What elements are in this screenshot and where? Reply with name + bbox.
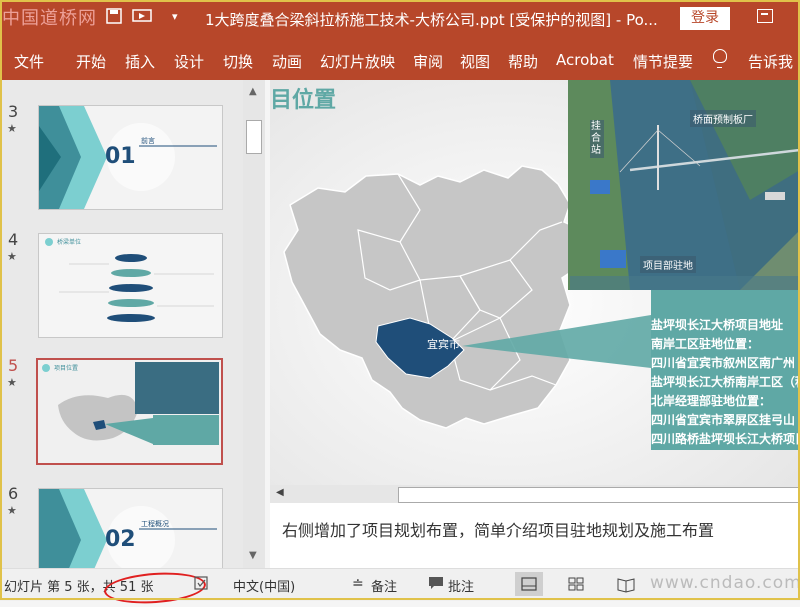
info-line: 盐坪坝长江大桥南岸工区（积 <box>651 375 800 389</box>
scrollbar-thumb[interactable] <box>398 487 800 503</box>
section-number: 01 <box>105 144 136 169</box>
login-button[interactable]: 登录 <box>680 7 730 30</box>
present-icon[interactable] <box>132 8 154 28</box>
slide-thumbnail-6[interactable]: 02 工程概况 <box>38 488 223 570</box>
section-title: 工程概况 <box>141 520 169 528</box>
slide-sorter-view-button[interactable] <box>562 572 590 596</box>
tell-me-search[interactable]: 告诉我 <box>748 51 793 72</box>
slide-thumbnail-pane: 3 ★ 01 前言 4 ★ 桥梁单位 5 ★ 项目位置 6 ★ 02 工程概况 <box>0 80 243 570</box>
section-number: 02 <box>105 527 136 552</box>
tab-file[interactable]: 文件 <box>14 51 44 72</box>
photo-label: 挂合站 <box>590 120 604 158</box>
tab-transitions[interactable]: 切换 <box>223 51 253 72</box>
watermark-url: www.cndao.com <box>650 573 800 593</box>
tab-help[interactable]: 帮助 <box>508 51 538 72</box>
slide-title: 目位置 <box>270 88 337 113</box>
window-title: 1大跨度叠合梁斜拉桥施工技术-大桥公司.ppt [受保护的视图] - Po... <box>205 11 658 29</box>
star-icon: ★ <box>7 504 17 517</box>
thumbnail-art <box>38 360 221 463</box>
status-bar: 幻灯片 第 5 张，共 51 张 中文(中国) ≐ 备注 批注 www.cnda… <box>0 568 800 607</box>
slide-horizontal-scrollbar[interactable]: ◀ <box>270 485 800 503</box>
notes-toggle[interactable]: 备注 <box>371 576 397 595</box>
lightbulb-icon[interactable] <box>713 49 727 68</box>
info-line: 北岸经理部驻地位置： <box>651 394 772 408</box>
slide-number: 3 <box>8 102 19 121</box>
star-icon: ★ <box>7 250 17 263</box>
slide-canvas[interactable]: 目位置 桥面预制板厂 项目部驻地 挂合站 宜宾市 盐坪坝长江大桥项目地址 南岸工… <box>270 80 800 485</box>
ribbon-tabs: 文件 开始 插入 设计 切换 动画 幻灯片放映 审阅 视图 帮助 Acrobat… <box>0 38 800 80</box>
map-city-label: 宜宾市 <box>427 338 460 351</box>
watermark-text: 中国道桥网 <box>2 8 97 29</box>
spellcheck-icon[interactable] <box>194 576 208 594</box>
slide-number: 6 <box>8 484 19 503</box>
notes-pane[interactable]: 右侧增加了项目规划布置，简单介绍项目驻地规划及施工布置 <box>270 503 800 568</box>
thumb-header: 桥梁单位 <box>57 239 82 246</box>
tab-review[interactable]: 审阅 <box>413 51 443 72</box>
slide-thumbnail-4[interactable]: 桥梁单位 <box>38 233 223 338</box>
thumbnail-scrollbar[interactable]: ▲ ▼ <box>243 80 265 568</box>
comments-icon[interactable] <box>428 576 444 594</box>
info-text-block: 盐坪坝长江大桥项目地址 南岸工区驻地位置： 四川省宜宾市叙州区南广州 盐坪坝长江… <box>651 316 800 449</box>
slide-number: 5 <box>8 356 19 375</box>
tab-home[interactable]: 开始 <box>76 51 106 72</box>
scroll-up-icon[interactable]: ▲ <box>249 86 257 97</box>
info-line: 四川路桥盐坪坝长江大桥项目 <box>651 432 800 446</box>
tab-animations[interactable]: 动画 <box>272 51 302 72</box>
scroll-left-icon[interactable]: ◀ <box>276 487 284 498</box>
normal-view-button[interactable] <box>515 572 543 596</box>
photo-label: 项目部驻地 <box>640 256 696 273</box>
ribbon-display-icon[interactable] <box>757 9 773 23</box>
tab-view[interactable]: 视图 <box>460 51 490 72</box>
section-title: 前言 <box>141 137 155 145</box>
tab-slideshow[interactable]: 幻灯片放映 <box>320 51 395 72</box>
customize-quick-access-icon[interactable]: ▾ <box>172 10 178 23</box>
tab-insert[interactable]: 插入 <box>125 51 155 72</box>
star-icon: ★ <box>7 376 17 389</box>
language-indicator[interactable]: 中文(中国) <box>233 576 295 595</box>
title-bar: 中国道桥网 ▾ 1大跨度叠合梁斜拉桥施工技术-大桥公司.ppt [受保护的视图]… <box>0 0 800 38</box>
scrollbar-thumb[interactable] <box>246 120 262 154</box>
tab-storyboard[interactable]: 情节提要 <box>633 51 693 72</box>
photo-label: 桥面预制板厂 <box>690 110 756 127</box>
slide-number: 4 <box>8 230 19 249</box>
info-line: 四川省宜宾市翠屏区挂弓山 <box>651 413 796 427</box>
thumb-header: 项目位置 <box>54 365 79 372</box>
save-icon[interactable] <box>106 8 122 28</box>
tab-design[interactable]: 设计 <box>174 51 204 72</box>
info-line: 盐坪坝长江大桥项目地址 <box>651 318 784 332</box>
info-line: 南岸工区驻地位置： <box>651 337 760 351</box>
slide-thumbnail-3[interactable]: 01 前言 <box>38 105 223 210</box>
scroll-down-icon[interactable]: ▼ <box>249 550 257 561</box>
tab-acrobat[interactable]: Acrobat <box>556 51 614 69</box>
info-line: 四川省宜宾市叙州区南广州 <box>651 356 796 370</box>
thumbnail-art <box>39 234 222 337</box>
star-icon: ★ <box>7 122 17 135</box>
notes-icon[interactable]: ≐ <box>352 576 364 592</box>
comments-toggle[interactable]: 批注 <box>448 576 474 595</box>
reading-view-button[interactable] <box>612 572 640 596</box>
slide-thumbnail-5[interactable]: 项目位置 <box>36 358 223 465</box>
notes-text[interactable]: 右侧增加了项目规划布置，简单介绍项目驻地规划及施工布置 <box>282 517 714 541</box>
